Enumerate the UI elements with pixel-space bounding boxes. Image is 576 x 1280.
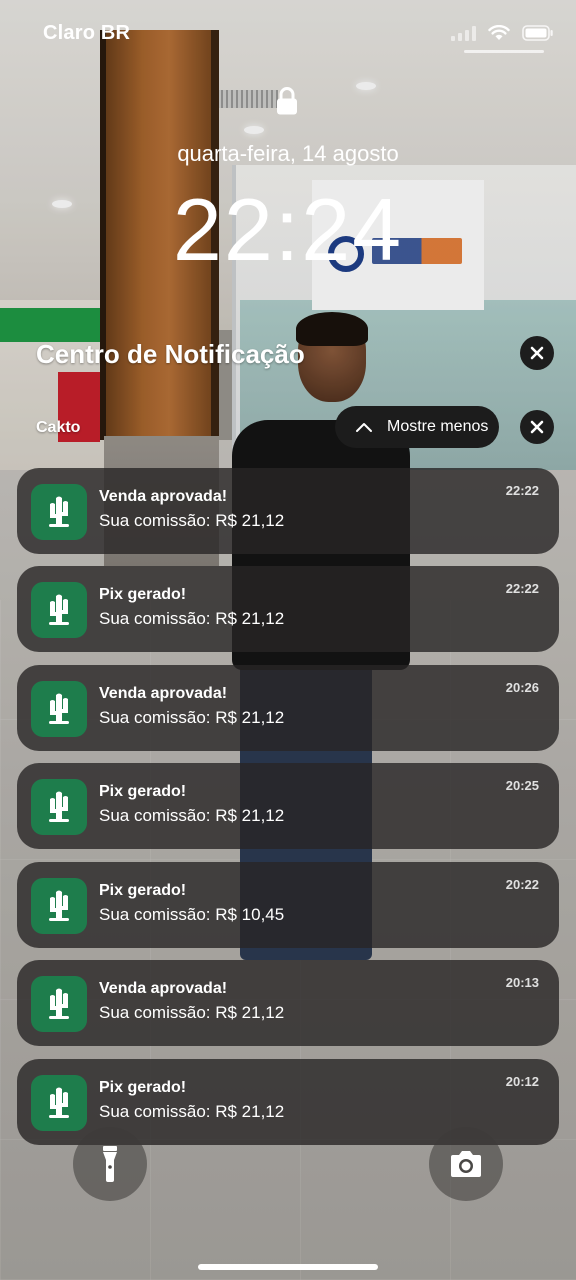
- notification-group-app-name: Cakto: [36, 419, 81, 436]
- notification-body: Sua comissão: R$ 21,12: [99, 1102, 285, 1121]
- notification-time: 20:25: [505, 778, 539, 793]
- notification-body: Sua comissão: R$ 21,12: [99, 806, 285, 825]
- notification-title: Venda aprovada!: [99, 488, 228, 505]
- notification-time: 20:26: [505, 680, 539, 695]
- status-underline: [464, 50, 544, 53]
- cactus-app-icon: [31, 484, 87, 540]
- flashlight-icon: [103, 1146, 117, 1182]
- close-icon: [530, 346, 544, 360]
- clear-group-button[interactable]: [520, 410, 554, 444]
- notification-time: 20:22: [505, 877, 539, 892]
- cactus-app-icon: [31, 976, 87, 1032]
- lock-screen-clock: 22:24: [172, 180, 404, 279]
- camera-button[interactable]: [429, 1127, 503, 1201]
- cactus-app-icon: [31, 878, 87, 934]
- chevron-up-icon: [356, 422, 372, 432]
- status-icons: [451, 25, 554, 41]
- notification-card[interactable]: Pix gerado! Sua comissão: R$ 21,12 20:25: [17, 763, 559, 849]
- notification-card[interactable]: Venda aprovada! Sua comissão: R$ 21,12 2…: [17, 960, 559, 1046]
- notification-title: Pix gerado!: [99, 1079, 187, 1096]
- flashlight-button[interactable]: [73, 1127, 147, 1201]
- notification-body: Sua comissão: R$ 21,12: [99, 609, 285, 628]
- notification-time: 22:22: [505, 581, 539, 596]
- notification-card[interactable]: Venda aprovada! Sua comissão: R$ 21,12 2…: [17, 665, 559, 751]
- show-less-label: Mostre menos: [387, 418, 489, 435]
- notification-body: Sua comissão: R$ 21,12: [99, 1003, 285, 1022]
- clear-all-notifications-button[interactable]: [520, 336, 554, 370]
- status-bar: Claro BR: [0, 0, 576, 60]
- cellular-signal-icon: [451, 25, 476, 41]
- home-indicator[interactable]: [198, 1264, 378, 1270]
- notification-body: Sua comissão: R$ 21,12: [99, 708, 285, 727]
- notification-title: Venda aprovada!: [99, 685, 228, 702]
- notification-title: Venda aprovada!: [99, 980, 228, 997]
- show-less-button[interactable]: Mostre menos: [335, 406, 499, 448]
- notification-title: Pix gerado!: [99, 783, 187, 800]
- cactus-app-icon: [31, 681, 87, 737]
- notification-card[interactable]: Venda aprovada! Sua comissão: R$ 21,12 2…: [17, 468, 559, 554]
- notification-center-title: Centro de Notificação: [36, 339, 305, 369]
- notification-title: Pix gerado!: [99, 586, 187, 603]
- notification-card[interactable]: Pix gerado! Sua comissão: R$ 21,12 22:22: [17, 566, 559, 652]
- notification-time: 22:22: [505, 483, 539, 498]
- notification-title: Pix gerado!: [99, 882, 187, 899]
- cactus-app-icon: [31, 582, 87, 638]
- notification-time: 20:13: [505, 975, 539, 990]
- notification-body: Sua comissão: R$ 21,12: [99, 511, 285, 530]
- camera-icon: [451, 1151, 481, 1177]
- carrier-name: Claro BR: [43, 22, 131, 44]
- cactus-app-icon: [31, 1075, 87, 1131]
- lock-icon: [276, 86, 298, 116]
- notification-card[interactable]: Pix gerado! Sua comissão: R$ 10,45 20:22: [17, 862, 559, 948]
- notification-body: Sua comissão: R$ 10,45: [99, 905, 285, 924]
- close-icon: [530, 420, 544, 434]
- lock-screen-date: quarta-feira, 14 agosto: [177, 141, 399, 166]
- wifi-icon: [488, 25, 510, 41]
- cactus-app-icon: [31, 779, 87, 835]
- notification-time: 20:12: [505, 1074, 539, 1089]
- battery-icon: [522, 25, 554, 41]
